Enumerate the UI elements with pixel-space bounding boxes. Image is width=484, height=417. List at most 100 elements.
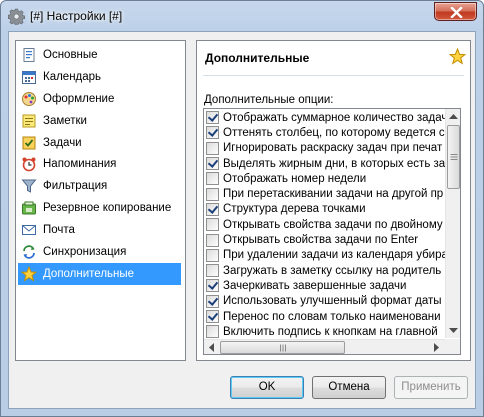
option-checkbox[interactable] [206,111,219,125]
scroll-up-arrow-icon[interactable] [449,114,458,119]
sidebar-item-reminders[interactable]: Напоминания [18,153,181,175]
option-label: Включить подпись к кнопкам на главной [223,325,438,338]
grip-icon [450,154,457,160]
options-checklist: Отображать суммарное количество задач От… [203,108,461,355]
vertical-scroll-thumb[interactable] [447,125,460,189]
page-title: Дополнительные [205,51,310,65]
funnel-icon [21,179,37,194]
option-item[interactable]: Структура дерева точками [205,202,446,217]
option-checkbox[interactable] [206,264,219,278]
horizontal-scrollbar[interactable] [204,339,445,354]
options-label: Дополнительные опции: [204,94,334,106]
option-checkbox[interactable] [206,187,219,201]
option-item[interactable]: Открывать свойства задачи по двойному [205,217,446,232]
mail-icon [22,225,36,236]
ok-button[interactable]: OK [230,376,304,399]
option-label: Перенос по словам только наименовани [223,310,441,323]
gear-icon [8,8,25,25]
option-checkbox[interactable] [206,218,219,232]
palette-icon [22,91,36,106]
option-label: Отображать номер недели [223,172,367,185]
settings-page-icon [23,47,35,62]
sidebar-item-sync[interactable]: Синхронизация [18,241,181,263]
option-label: При перетаскивании задачи на другой пр [223,188,444,201]
grip-icon [279,344,286,351]
tasks-icon [22,136,36,149]
sidebar-item-filtering[interactable]: Фильтрация [18,175,181,197]
option-item[interactable]: Отображать суммарное количество задач [205,110,446,125]
option-item[interactable]: Игнорировать раскраску задач при печат [205,141,446,156]
option-item[interactable]: Использовать улучшенный формат даты [205,294,446,309]
sidebar-item-label: Задачи [43,136,82,149]
option-item[interactable]: Перенос по словам только наименовани [205,309,446,324]
notes-icon [22,114,36,128]
sidebar-item-label: Фильтрация [43,180,108,193]
option-checkbox[interactable] [206,141,219,155]
scroll-down-arrow-icon[interactable] [449,328,458,333]
option-label: Структура дерева точками [223,203,366,216]
backup-icon [22,201,36,215]
sidebar-item-label: Почта [43,224,75,237]
option-item[interactable]: При перетаскивании задачи на другой пр [205,186,446,201]
option-checkbox[interactable] [206,310,219,323]
option-item[interactable]: Отображать номер недели [205,171,446,186]
option-item[interactable]: Включить подпись к кнопкам на главной [205,324,446,339]
apply-button[interactable]: Применить [394,376,468,399]
sidebar-item-main[interactable]: Основные [18,44,181,66]
sidebar-item-mail[interactable]: Почта [18,219,181,241]
option-label: Открывать свойства задачи по двойному [223,218,443,231]
sync-icon [23,245,35,259]
scroll-right-arrow-icon[interactable] [434,343,439,352]
option-checkbox[interactable] [206,325,219,339]
option-item[interactable]: Открывать свойства задачи по Enter [205,232,446,247]
option-checkbox[interactable] [206,157,219,171]
settings-categories-list: Основные Календарь Оформление Заметки За… [15,40,186,361]
option-item[interactable]: Оттенять столбец, по которому ведется со [205,125,446,140]
option-label: Игнорировать раскраску задач при печат [223,142,443,155]
sidebar-item-tasks[interactable]: Задачи [18,132,181,154]
section-divider [203,75,464,76]
option-item[interactable]: Зачеркивать завершенные задачи [205,278,446,293]
sidebar-item-advanced[interactable]: Дополнительные [18,262,181,285]
option-item[interactable]: Выделять жирным дни, в которых есть зад [205,156,446,171]
title-bar[interactable]: [#] Настройки [#] [1,1,483,31]
option-label: Загружать в заметку ссылку на родитель [223,264,442,277]
option-checkbox[interactable] [206,294,219,308]
option-checkbox[interactable] [206,126,219,140]
scroll-corner [445,339,460,354]
settings-window: [#] Настройки [#] Основные Календарь Офо… [0,0,484,417]
option-label: Выделять жирным дни, в которых есть зад [223,157,446,170]
sidebar-item-label: Оформление [43,92,115,105]
option-item[interactable]: При удалении задачи из календаря убира [205,248,446,263]
option-checkbox[interactable] [206,248,219,262]
settings-page-panel: Дополнительные Дополнительные опции: Ото… [196,40,471,361]
calendar-icon [22,70,36,84]
option-label: Зачеркивать завершенные задачи [223,279,407,292]
option-item[interactable]: Загружать в заметку ссылку на родитель [205,263,446,278]
sidebar-item-notes[interactable]: Заметки [18,110,181,132]
option-label: Открывать свойства задачи по Enter [223,234,419,247]
sidebar-item-label: Синхронизация [43,245,127,258]
vertical-scrollbar[interactable] [445,109,460,338]
star-icon [21,265,37,282]
scroll-left-arrow-icon[interactable] [209,343,214,352]
sidebar-item-appearance[interactable]: Оформление [18,88,181,110]
option-label: При удалении задачи из календаря убира [223,249,446,262]
option-label: Использовать улучшенный формат даты [223,295,442,308]
sidebar-item-label: Резервное копирование [43,202,172,215]
option-checkbox[interactable] [206,233,219,247]
cancel-button[interactable]: Отмена [312,376,386,399]
sidebar-item-label: Заметки [43,114,87,127]
close-button[interactable] [434,2,477,21]
sidebar-item-calendar[interactable]: Календарь [18,66,181,88]
option-checkbox[interactable] [206,172,219,186]
option-checkbox[interactable] [206,202,219,216]
dialog-body: Основные Календарь Оформление Заметки За… [8,31,476,409]
option-label: Оттенять столбец, по которому ведется со [223,126,446,139]
horizontal-scroll-thumb[interactable] [220,341,345,354]
window-title: [#] Настройки [#] [30,9,123,23]
option-checkbox[interactable] [206,279,219,293]
alarm-clock-icon [22,157,36,172]
sidebar-item-backup[interactable]: Резервное копирование [18,197,181,219]
sidebar-item-label: Дополнительные [43,267,135,280]
